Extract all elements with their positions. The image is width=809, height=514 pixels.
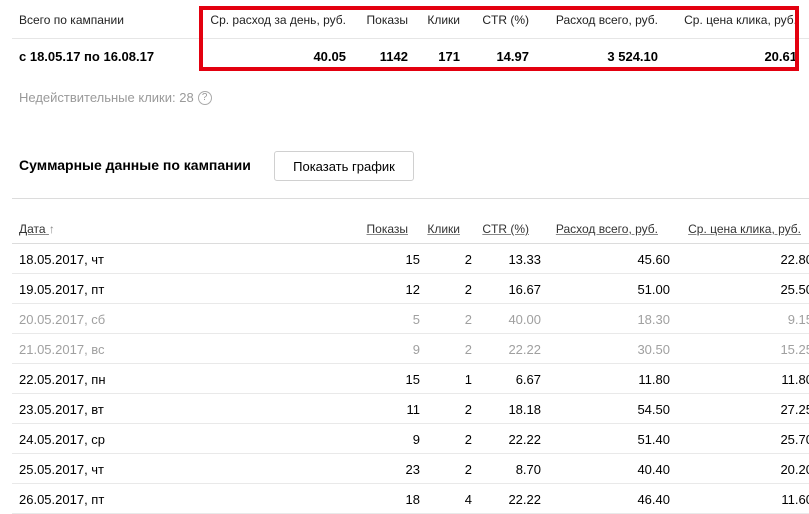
table-row: 23.05.2017, вт 11 2 18.18 54.50 27.25 [12, 394, 809, 424]
cell-avg-cpc: 22.80 [780, 252, 809, 267]
cell-total-spend: 30.50 [637, 342, 670, 357]
cell-impressions: 15 [405, 252, 420, 267]
cell-impressions: 11 [406, 402, 421, 417]
cell-impressions: 5 [412, 312, 420, 327]
cell-date: 21.05.2017, вс [19, 342, 105, 357]
cell-avg-cpc: 11.80 [781, 372, 809, 387]
table-row: 18.05.2017, чт 15 2 13.33 45.60 22.80 [12, 244, 809, 274]
cell-avg-cpc: 15.25 [780, 342, 809, 357]
cell-date: 26.05.2017, пт [19, 492, 105, 507]
cell-total-spend: 45.60 [637, 252, 670, 267]
cell-impressions: 15 [405, 372, 420, 387]
column-header-total-spend[interactable]: Расход всего, руб. [556, 222, 658, 236]
cell-total-spend: 51.00 [637, 282, 670, 297]
column-header-date-label: Дата [19, 222, 46, 236]
cell-date: 22.05.2017, пн [19, 372, 106, 387]
cell-date: 20.05.2017, сб [19, 312, 106, 327]
highlight-box [199, 6, 799, 71]
table-row: 25.05.2017, чт 23 2 8.70 40.40 20.20 [12, 454, 809, 484]
column-header-impressions[interactable]: Показы [367, 222, 408, 236]
cell-clicks: 2 [464, 402, 472, 417]
cell-avg-cpc: 9.15 [787, 312, 809, 327]
table-top-border [12, 198, 809, 199]
cell-impressions: 23 [405, 462, 420, 477]
cell-total-spend: 18.30 [637, 312, 670, 327]
cell-total-spend: 51.40 [637, 432, 670, 447]
cell-avg-cpc: 25.50 [780, 282, 809, 297]
cell-ctr: 13.33 [508, 252, 541, 267]
invalid-clicks-label: Недействительные клики: 28 [19, 90, 194, 105]
cell-clicks: 2 [464, 342, 472, 357]
table-row: 19.05.2017, пт 12 2 16.67 51.00 25.50 [12, 274, 809, 304]
sort-arrow-icon: ↑ [48, 222, 55, 236]
cell-date: 18.05.2017, чт [19, 252, 105, 267]
cell-impressions: 18 [405, 492, 420, 507]
cell-clicks: 4 [464, 492, 472, 507]
cell-avg-cpc: 25.70 [780, 432, 809, 447]
cell-ctr: 6.67 [515, 372, 541, 387]
table-row: 22.05.2017, пн 15 1 6.67 11.80 11.80 [12, 364, 809, 394]
summary-header-period: Всего по кампании [19, 13, 124, 27]
cell-date: 19.05.2017, пт [19, 282, 105, 297]
table-row: 20.05.2017, сб 5 2 40.00 18.30 9.15 [12, 304, 809, 334]
cell-total-spend: 54.50 [637, 402, 670, 417]
cell-total-spend: 40.40 [637, 462, 670, 477]
cell-clicks: 2 [464, 282, 472, 297]
table-row: 21.05.2017, вс 9 2 22.22 30.50 15.25 [12, 334, 809, 364]
column-header-ctr[interactable]: CTR (%) [482, 222, 529, 236]
cell-impressions: 12 [405, 282, 420, 297]
cell-avg-cpc: 11.60 [781, 492, 809, 507]
cell-impressions: 9 [412, 342, 420, 357]
column-header-clicks[interactable]: Клики [427, 222, 460, 236]
summary-period-value: с 18.05.17 по 16.08.17 [19, 49, 155, 64]
cell-ctr: 22.22 [508, 342, 541, 357]
cell-ctr: 18.18 [508, 402, 541, 417]
cell-date: 24.05.2017, ср [19, 432, 106, 447]
section-title: Суммарные данные по кампании [19, 157, 251, 173]
cell-ctr: 22.22 [508, 432, 541, 447]
cell-ctr: 22.22 [508, 492, 541, 507]
cell-ctr: 40.00 [508, 312, 541, 327]
help-icon[interactable]: ? [197, 90, 212, 105]
cell-date: 23.05.2017, вт [19, 402, 104, 417]
column-header-date[interactable]: Дата ↑ [19, 222, 55, 236]
table-row: 26.05.2017, пт 18 4 22.22 46.40 11.60 [12, 484, 809, 514]
column-header-avg-cpc[interactable]: Ср. цена клика, руб. [688, 222, 801, 236]
cell-ctr: 16.67 [508, 282, 541, 297]
cell-date: 25.05.2017, чт [19, 462, 105, 477]
cell-clicks: 2 [464, 252, 472, 267]
cell-clicks: 2 [464, 312, 472, 327]
cell-total-spend: 46.40 [637, 492, 670, 507]
show-chart-button[interactable]: Показать график [274, 151, 414, 181]
cell-impressions: 9 [412, 432, 420, 447]
table-row: 24.05.2017, ср 9 2 22.22 51.40 25.70 [12, 424, 809, 454]
cell-avg-cpc: 20.20 [780, 462, 809, 477]
cell-avg-cpc: 27.25 [780, 402, 809, 417]
cell-ctr: 8.70 [515, 462, 541, 477]
cell-clicks: 2 [464, 462, 472, 477]
cell-clicks: 2 [464, 432, 472, 447]
cell-clicks: 1 [464, 372, 472, 387]
invalid-clicks: Недействительные клики: 28? [19, 90, 212, 106]
cell-total-spend: 11.80 [638, 372, 670, 387]
